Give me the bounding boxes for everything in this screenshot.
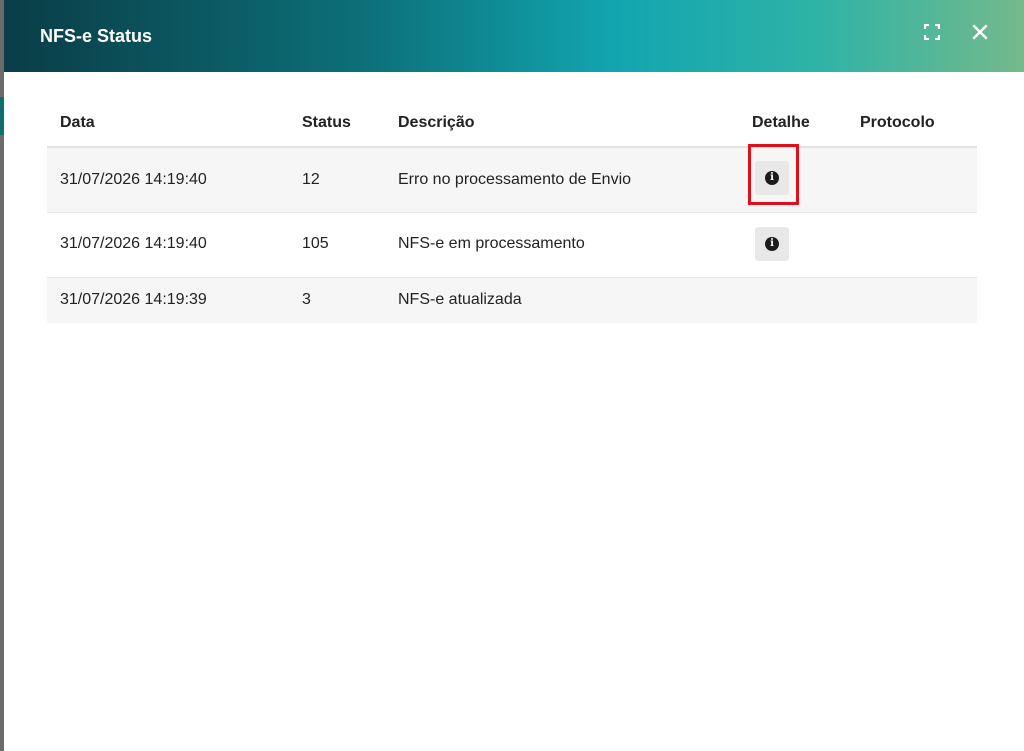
table-row: 31/07/2026 14:19:40 12 Erro no processam… [47,148,977,213]
fullscreen-button[interactable] [920,20,944,44]
cell-descricao: Erro no processamento de Envio [398,171,632,188]
nfse-status-dialog: NFS-e Status Data Status Descrição Detal… [4,0,1024,751]
cell-data: 31/07/2026 14:19:39 [60,291,207,308]
detail-button[interactable]: i [755,227,789,261]
fullscreen-icon [924,24,940,40]
close-icon [972,24,988,40]
column-header-descricao: Descrição [398,114,475,131]
table-row: 31/07/2026 14:19:39 3 NFS-e atualizada [47,278,977,323]
cell-data: 31/07/2026 14:19:40 [60,171,207,188]
cell-status: 105 [302,235,329,252]
cell-status: 3 [302,291,311,308]
info-icon: i [765,237,779,251]
column-header-detalhe: Detalhe [752,114,810,131]
dialog-header: NFS-e Status [4,0,1024,72]
cell-status: 12 [302,171,320,188]
table-row: 31/07/2026 14:19:40 105 NFS-e em process… [47,213,977,278]
status-table: Data Status Descrição Detalhe Protocolo … [47,100,977,323]
highlight-box [748,144,799,205]
column-header-status: Status [302,114,351,131]
column-header-protocolo: Protocolo [860,114,935,131]
table-header: Data Status Descrição Detalhe Protocolo [47,100,977,148]
close-button[interactable] [968,20,992,44]
dialog-title: NFS-e Status [40,26,153,46]
cell-descricao: NFS-e atualizada [398,291,522,308]
cell-data: 31/07/2026 14:19:40 [60,235,207,252]
column-header-data: Data [60,114,95,131]
cell-descricao: NFS-e em processamento [398,235,585,252]
